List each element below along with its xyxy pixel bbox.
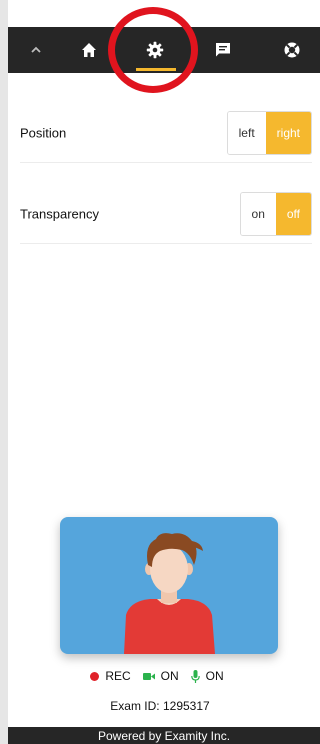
home-button[interactable] bbox=[69, 27, 109, 73]
lifebuoy-icon bbox=[284, 42, 300, 58]
microphone-icon bbox=[190, 669, 200, 683]
avatar bbox=[124, 533, 215, 654]
left-edge-strip bbox=[0, 0, 8, 744]
home-icon bbox=[82, 43, 96, 57]
recording-status: REC bbox=[90, 669, 131, 683]
support-button[interactable] bbox=[272, 27, 312, 73]
footer-text: Powered by Examity Inc. bbox=[97, 728, 231, 743]
chevron-up-icon bbox=[31, 46, 41, 53]
rec-label: REC bbox=[105, 669, 131, 683]
position-toggle: left right bbox=[226, 111, 312, 155]
mic-on-label: ON bbox=[205, 669, 224, 683]
position-left-option[interactable]: left bbox=[227, 112, 266, 154]
gear-icon bbox=[146, 41, 164, 59]
settings-button[interactable] bbox=[135, 27, 175, 73]
transparency-label: Transparency bbox=[20, 206, 99, 222]
transparency-setting-row: Transparency on off bbox=[20, 185, 312, 244]
transparency-toggle: on off bbox=[239, 192, 312, 236]
top-nav-bar bbox=[8, 27, 320, 73]
record-dot-icon bbox=[90, 671, 100, 681]
camera-on-label: ON bbox=[160, 669, 179, 683]
position-setting-row: Position left right bbox=[20, 104, 312, 163]
transparency-on-option[interactable]: on bbox=[240, 193, 276, 235]
position-right-option[interactable]: right bbox=[265, 112, 311, 154]
active-tab-indicator bbox=[136, 68, 176, 71]
chat-button[interactable] bbox=[203, 27, 243, 73]
microphone-status: ON bbox=[190, 669, 224, 683]
collapse-button[interactable] bbox=[16, 27, 56, 73]
exam-id: Exam ID: 1295317 bbox=[110, 699, 210, 713]
webcam-preview bbox=[60, 517, 278, 654]
status-bar: REC ON ON bbox=[0, 668, 320, 684]
chat-icon bbox=[216, 43, 230, 57]
transparency-off-option[interactable]: off bbox=[275, 193, 311, 235]
camera-status: ON bbox=[142, 669, 179, 683]
position-label: Position bbox=[20, 125, 67, 141]
camera-icon bbox=[142, 672, 155, 680]
footer-bar: Powered by Examity Inc. bbox=[8, 727, 320, 744]
